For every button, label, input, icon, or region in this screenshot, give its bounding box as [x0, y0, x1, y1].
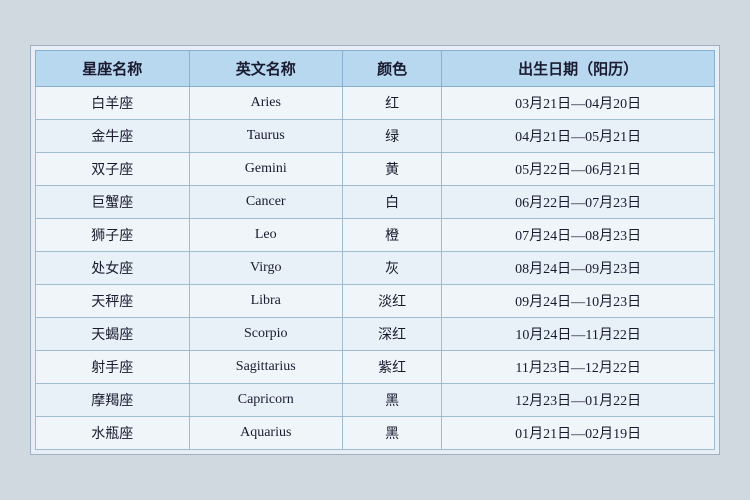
header-color: 颜色 — [343, 51, 442, 87]
table-row: 射手座Sagittarius紫红11月23日—12月22日 — [36, 351, 715, 384]
cell-dates: 07月24日—08月23日 — [442, 219, 715, 252]
table-row: 处女座Virgo灰08月24日—09月23日 — [36, 252, 715, 285]
cell-dates: 08月24日—09月23日 — [442, 252, 715, 285]
cell-color: 黑 — [343, 384, 442, 417]
cell-english-name: Virgo — [189, 252, 343, 285]
table-row: 双子座Gemini黄05月22日—06月21日 — [36, 153, 715, 186]
cell-english-name: Libra — [189, 285, 343, 318]
cell-chinese-name: 天秤座 — [36, 285, 190, 318]
cell-dates: 12月23日—01月22日 — [442, 384, 715, 417]
cell-dates: 04月21日—05月21日 — [442, 120, 715, 153]
cell-chinese-name: 处女座 — [36, 252, 190, 285]
cell-chinese-name: 巨蟹座 — [36, 186, 190, 219]
cell-color: 灰 — [343, 252, 442, 285]
cell-color: 深红 — [343, 318, 442, 351]
cell-color: 黑 — [343, 417, 442, 450]
table-row: 天秤座Libra淡红09月24日—10月23日 — [36, 285, 715, 318]
cell-english-name: Gemini — [189, 153, 343, 186]
cell-color: 白 — [343, 186, 442, 219]
cell-english-name: Sagittarius — [189, 351, 343, 384]
cell-chinese-name: 天蝎座 — [36, 318, 190, 351]
zodiac-table: 星座名称 英文名称 颜色 出生日期（阳历） 白羊座Aries红03月21日—04… — [35, 50, 715, 450]
cell-english-name: Aries — [189, 87, 343, 120]
cell-chinese-name: 白羊座 — [36, 87, 190, 120]
cell-color: 淡红 — [343, 285, 442, 318]
cell-chinese-name: 双子座 — [36, 153, 190, 186]
cell-chinese-name: 金牛座 — [36, 120, 190, 153]
table-body: 白羊座Aries红03月21日—04月20日金牛座Taurus绿04月21日—0… — [36, 87, 715, 450]
header-chinese-name: 星座名称 — [36, 51, 190, 87]
table-row: 天蝎座Scorpio深红10月24日—11月22日 — [36, 318, 715, 351]
cell-chinese-name: 水瓶座 — [36, 417, 190, 450]
table-row: 水瓶座Aquarius黑01月21日—02月19日 — [36, 417, 715, 450]
table-header-row: 星座名称 英文名称 颜色 出生日期（阳历） — [36, 51, 715, 87]
cell-dates: 05月22日—06月21日 — [442, 153, 715, 186]
table-row: 白羊座Aries红03月21日—04月20日 — [36, 87, 715, 120]
cell-color: 紫红 — [343, 351, 442, 384]
cell-dates: 03月21日—04月20日 — [442, 87, 715, 120]
cell-dates: 11月23日—12月22日 — [442, 351, 715, 384]
cell-english-name: Capricorn — [189, 384, 343, 417]
cell-color: 绿 — [343, 120, 442, 153]
table-row: 摩羯座Capricorn黑12月23日—01月22日 — [36, 384, 715, 417]
cell-dates: 09月24日—10月23日 — [442, 285, 715, 318]
header-english-name: 英文名称 — [189, 51, 343, 87]
cell-color: 红 — [343, 87, 442, 120]
cell-chinese-name: 射手座 — [36, 351, 190, 384]
cell-dates: 06月22日—07月23日 — [442, 186, 715, 219]
cell-english-name: Scorpio — [189, 318, 343, 351]
table-row: 巨蟹座Cancer白06月22日—07月23日 — [36, 186, 715, 219]
cell-dates: 10月24日—11月22日 — [442, 318, 715, 351]
header-dates: 出生日期（阳历） — [442, 51, 715, 87]
cell-english-name: Leo — [189, 219, 343, 252]
cell-chinese-name: 摩羯座 — [36, 384, 190, 417]
table-row: 狮子座Leo橙07月24日—08月23日 — [36, 219, 715, 252]
cell-color: 橙 — [343, 219, 442, 252]
cell-chinese-name: 狮子座 — [36, 219, 190, 252]
cell-english-name: Cancer — [189, 186, 343, 219]
cell-color: 黄 — [343, 153, 442, 186]
cell-english-name: Aquarius — [189, 417, 343, 450]
table-row: 金牛座Taurus绿04月21日—05月21日 — [36, 120, 715, 153]
zodiac-table-container: 星座名称 英文名称 颜色 出生日期（阳历） 白羊座Aries红03月21日—04… — [30, 45, 720, 455]
cell-english-name: Taurus — [189, 120, 343, 153]
cell-dates: 01月21日—02月19日 — [442, 417, 715, 450]
